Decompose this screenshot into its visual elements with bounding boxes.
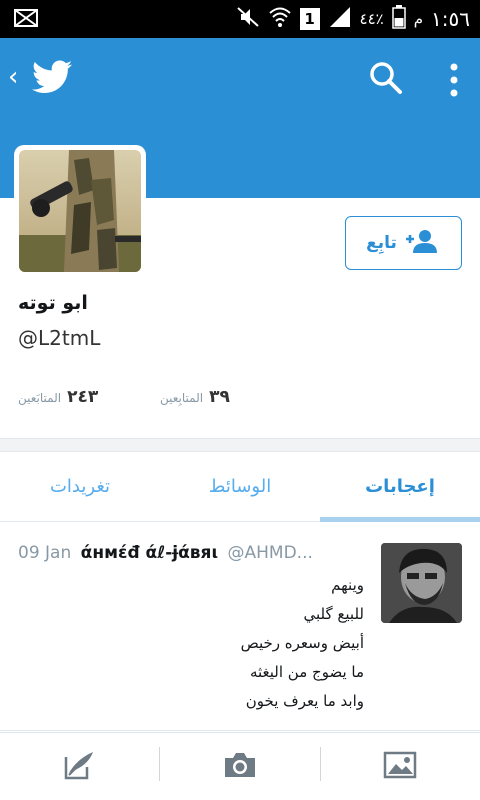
back-chevron-icon[interactable]: ‹ bbox=[8, 62, 18, 92]
profile-display-name: ابو توته bbox=[18, 292, 88, 314]
tweet-line: ما يضوج من اليغثه bbox=[249, 663, 364, 681]
tweet-line: وينهم bbox=[331, 576, 364, 594]
gallery-button[interactable] bbox=[320, 733, 480, 800]
following-count[interactable]: ٢٤٣ المتابَعين bbox=[18, 387, 98, 407]
tab-likes[interactable]: إعجابات bbox=[320, 452, 480, 522]
stat-value: ٢٤٣ bbox=[67, 387, 99, 407]
tweet-author-handle[interactable]: @AHMD... bbox=[228, 543, 313, 563]
camera-icon bbox=[223, 751, 257, 783]
ampm-indicator: م bbox=[413, 10, 424, 28]
battery-icon bbox=[391, 5, 406, 33]
stat-label: المتابَعين bbox=[18, 391, 62, 405]
tweet-line: وابد ما يعرف يخون bbox=[245, 692, 364, 710]
tab-tweets[interactable]: تغريدات bbox=[0, 452, 160, 521]
compose-tweet-button[interactable] bbox=[0, 733, 160, 800]
gallery-icon bbox=[383, 751, 417, 783]
tweet-author-name[interactable]: άнмέđ άℓ-ɉάвяι bbox=[81, 543, 218, 563]
avatar-image bbox=[19, 150, 141, 272]
mail-icon bbox=[14, 9, 38, 31]
camera-button[interactable] bbox=[160, 733, 320, 800]
profile-tabs: تغريدات الوسائط إعجابات bbox=[0, 452, 480, 522]
follow-button-label: تابِع bbox=[366, 233, 397, 253]
bottom-compose-bar bbox=[0, 732, 480, 800]
stat-value: ٣٩ bbox=[209, 387, 230, 407]
sim-badge: 1 bbox=[299, 8, 320, 30]
section-divider bbox=[0, 438, 480, 452]
overflow-menu-icon[interactable] bbox=[446, 62, 462, 102]
tweet-line: أبيض وسعره رخيص bbox=[240, 634, 364, 652]
wifi-icon bbox=[268, 6, 292, 32]
tweet-author-avatar[interactable] bbox=[381, 543, 462, 623]
stat-label: المتابِعين bbox=[160, 391, 204, 405]
compose-tweet-icon bbox=[63, 749, 97, 785]
tab-media[interactable]: الوسائط bbox=[160, 452, 320, 521]
status-bar: 1 ٤٤٪ م ١:٥٦ bbox=[0, 0, 480, 38]
followers-count[interactable]: ٣٩ المتابِعين bbox=[160, 387, 230, 407]
twitter-bird-icon[interactable] bbox=[32, 60, 72, 98]
signal-icon bbox=[328, 6, 352, 32]
mute-icon bbox=[236, 6, 260, 32]
add-user-icon bbox=[405, 229, 441, 258]
battery-percent: ٤٤٪ bbox=[359, 10, 384, 28]
tweet-date: 09 Jan bbox=[18, 543, 72, 563]
tweet-item[interactable]: 09 Jan άнмέđ άℓ-ɉάвяι @AHMD... وينهم للب… bbox=[0, 523, 480, 731]
tweet-line: للبيع گلبي bbox=[303, 605, 364, 623]
profile-avatar[interactable] bbox=[14, 145, 146, 277]
clock: ١:٥٦ bbox=[431, 7, 470, 31]
follow-button[interactable]: تابِع bbox=[345, 216, 462, 270]
search-icon[interactable] bbox=[368, 60, 404, 100]
tweet-header: 09 Jan άнмέđ άℓ-ɉάвяι @AHMD... bbox=[18, 543, 368, 563]
tweet-text: وينهم للبيع گلبي أبيض وسعره رخيص ما يضوج… bbox=[18, 571, 364, 716]
profile-handle: @L2tmL bbox=[18, 326, 101, 350]
